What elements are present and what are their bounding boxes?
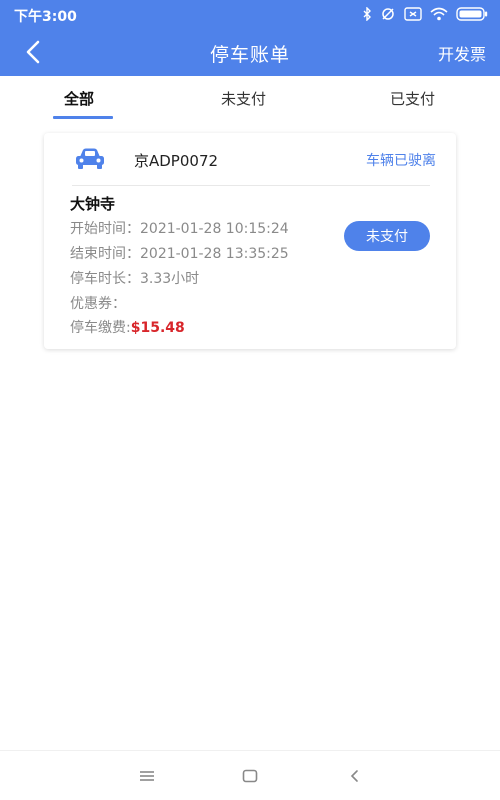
- end-time-label: 结束时间：: [70, 246, 140, 262]
- coupon-row: 优惠券：: [70, 293, 126, 313]
- card-divider: [72, 185, 430, 186]
- bluetooth-icon: [363, 7, 371, 21]
- system-back-button[interactable]: [343, 766, 365, 786]
- duration-value: 3.33小时: [140, 271, 200, 287]
- coupon-label: 优惠券：: [70, 296, 126, 312]
- tab-bar: 全部 未支付 已支付: [0, 76, 500, 122]
- sim-card-icon: [404, 7, 422, 21]
- system-nav-bar: [0, 750, 500, 800]
- end-time-value: 2021-01-28 13:35:25: [140, 246, 289, 262]
- tab-paid[interactable]: 已支付: [390, 88, 435, 109]
- end-time-row: 结束时间：2021-01-28 13:35:25: [70, 243, 289, 263]
- nav-bar: 停车账单 开发票: [0, 28, 500, 76]
- home-square-icon: [242, 769, 258, 783]
- license-plate: 京ADP0072: [134, 152, 219, 170]
- fee-row: 停车缴费:$15.48: [70, 317, 185, 337]
- menu-icon: [140, 771, 154, 781]
- tab-all[interactable]: 全部: [64, 88, 94, 109]
- header: 下午3:00 停车账单 开发票: [0, 0, 500, 76]
- vehicle-status: 车辆已驶离: [366, 153, 436, 169]
- tab-unpaid[interactable]: 未支付: [221, 88, 266, 109]
- unpaid-pay-button[interactable]: 未支付: [344, 221, 430, 251]
- status-bar: 下午3:00: [0, 0, 500, 28]
- fee-label: 停车缴费:: [70, 320, 131, 336]
- status-time: 下午3:00: [14, 9, 77, 25]
- parking-bill-card[interactable]: 京ADP0072 车辆已驶离 大钟寺 开始时间：2021-01-28 10:15…: [44, 133, 456, 349]
- active-tab-indicator: [53, 116, 113, 119]
- page-title: 停车账单: [209, 44, 290, 66]
- car-icon: [76, 148, 104, 169]
- menu-button[interactable]: [136, 766, 158, 786]
- sync-icon: [382, 8, 394, 20]
- duration-row: 停车时长：3.33小时: [70, 268, 199, 288]
- wifi-icon: [430, 7, 448, 21]
- start-time-value: 2021-01-28 10:15:24: [140, 221, 289, 237]
- start-time-row: 开始时间：2021-01-28 10:15:24: [70, 218, 289, 238]
- issue-invoice-button[interactable]: 开发票: [438, 41, 486, 65]
- chevron-left-icon: [350, 770, 358, 782]
- parking-location: 大钟寺: [70, 195, 116, 213]
- duration-label: 停车时长：: [70, 271, 140, 287]
- parking-bill-screen: 下午3:00 停车账单 开发票 全部 未支付 已支付 京ADP0072 车辆已驶…: [0, 0, 500, 800]
- fee-amount: $15.48: [130, 320, 185, 336]
- start-time-label: 开始时间：: [70, 221, 140, 237]
- status-icons: [362, 5, 488, 23]
- card-header: 京ADP0072 车辆已驶离: [44, 133, 456, 185]
- battery-icon: [456, 7, 488, 21]
- home-button[interactable]: [239, 766, 261, 786]
